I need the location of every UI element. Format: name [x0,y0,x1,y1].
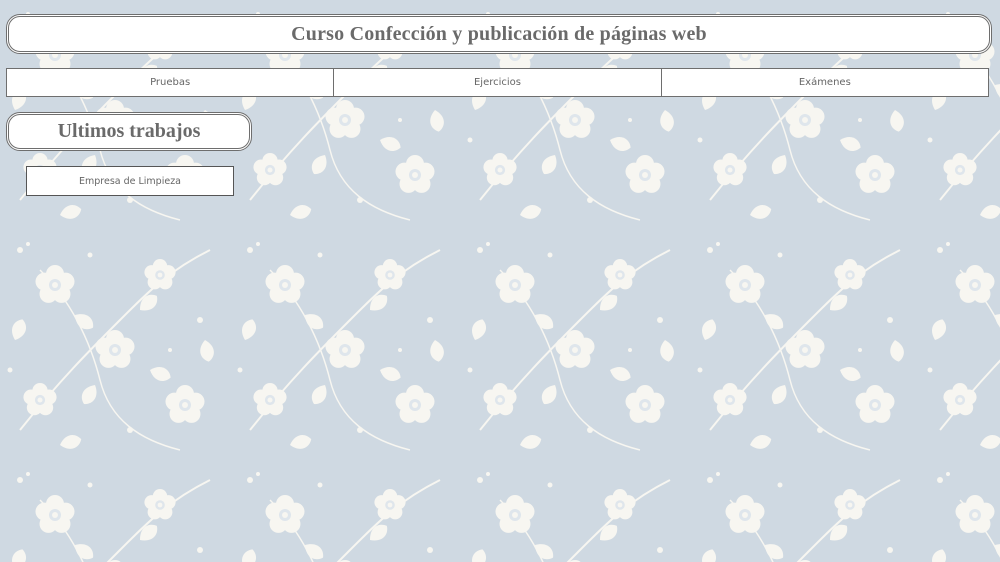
main-navigation: Pruebas Ejercicios Exámenes [6,68,989,97]
nav-item-ejercicios[interactable]: Ejercicios [333,68,662,97]
latest-works-heading-box: Ultimos trabajos [6,112,252,151]
page-title: Curso Confección y publicación de página… [291,22,707,45]
nav-item-pruebas[interactable]: Pruebas [6,68,335,97]
nav-item-examenes[interactable]: Exámenes [660,68,989,97]
latest-works-title: Ultimos trabajos [57,120,201,142]
work-item-empresa-de-limpieza[interactable]: Empresa de Limpieza [26,166,234,196]
site-header: Curso Confección y publicación de página… [6,14,992,54]
